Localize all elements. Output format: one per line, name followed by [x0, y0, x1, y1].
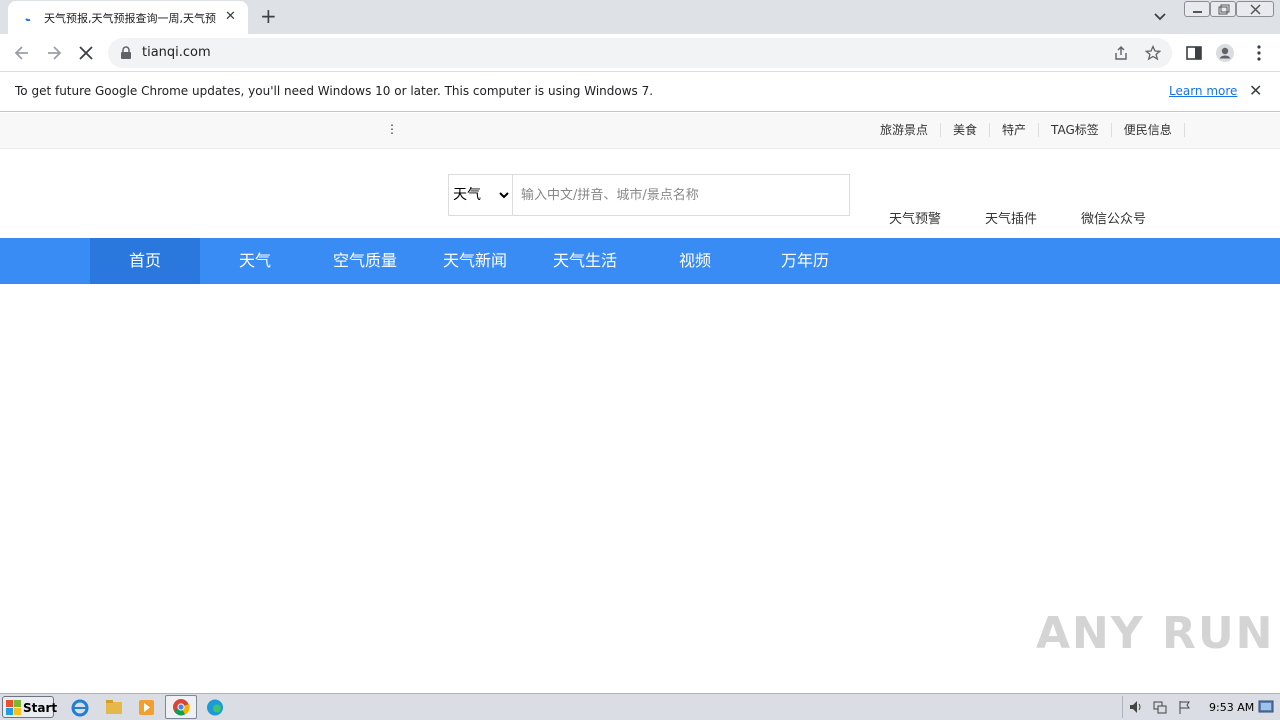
chrome-icon: [173, 699, 190, 716]
browser-toolbar: tianqi.com: [0, 34, 1280, 72]
nav-air-quality[interactable]: 空气质量: [310, 238, 420, 284]
search-input[interactable]: [513, 175, 849, 215]
loading-spinner-icon: [25, 18, 31, 21]
nav-weather-news[interactable]: 天气新闻: [420, 238, 530, 284]
action-center-flag-icon[interactable]: [1177, 699, 1193, 715]
share-icon[interactable]: [1113, 45, 1129, 61]
clock[interactable]: 9:53 AM: [1209, 701, 1254, 714]
close-window-button[interactable]: [1236, 1, 1274, 17]
start-label: Start: [23, 701, 58, 715]
browser-tab[interactable]: 天气预报,天气预报查询一周,天气预 ✕: [8, 1, 248, 34]
top-link-info[interactable]: 便民信息: [1112, 123, 1185, 137]
media-player-icon[interactable]: [134, 697, 160, 718]
nav-weather-life[interactable]: 天气生活: [530, 238, 640, 284]
side-panel-icon[interactable]: [1184, 43, 1204, 63]
volume-icon[interactable]: [1128, 699, 1144, 715]
update-infobar: To get future Google Chrome updates, you…: [0, 72, 1280, 112]
tab-close-button[interactable]: ✕: [225, 9, 236, 24]
minimize-button[interactable]: [1184, 1, 1210, 17]
search-box: 天气: [448, 174, 850, 216]
infobar-close-button[interactable]: ✕: [1249, 81, 1262, 100]
link-weather-alert[interactable]: 天气预警: [889, 208, 941, 227]
chevron-down-icon[interactable]: [1152, 8, 1168, 24]
start-button[interactable]: Start: [2, 696, 58, 718]
tab-strip: 天气预报,天气预报查询一周,天气预 ✕ +: [0, 0, 1280, 34]
address-bar[interactable]: tianqi.com: [108, 38, 1172, 68]
edge-icon[interactable]: [202, 697, 228, 718]
menu-kebab-icon[interactable]: [1249, 43, 1269, 63]
show-desktop-icon[interactable]: [1258, 699, 1274, 715]
tab-title: 天气预报,天气预报查询一周,天气预: [44, 12, 216, 25]
new-tab-button[interactable]: +: [260, 6, 277, 26]
watermark-logo: ANY RUN: [1036, 608, 1275, 659]
top-link-specialty[interactable]: 特产: [990, 123, 1040, 137]
windows-logo-icon: [6, 700, 21, 715]
top-link-food[interactable]: 美食: [941, 123, 991, 137]
file-explorer-icon[interactable]: [101, 697, 127, 718]
nav-calendar[interactable]: 万年历: [750, 238, 860, 284]
more-dots-icon[interactable]: ⋮: [386, 122, 398, 136]
site-top-bar: ⋮ 旅游景点 美食 特产 TAG标签 便民信息: [0, 113, 1280, 149]
nav-weather[interactable]: 天气: [200, 238, 310, 284]
network-icon[interactable]: [1152, 699, 1168, 715]
nav-home[interactable]: 首页: [90, 238, 200, 284]
top-links: 旅游景点 美食 特产 TAG标签 便民信息: [868, 123, 1185, 137]
forward-icon[interactable]: [44, 43, 64, 63]
top-link-travel[interactable]: 旅游景点: [868, 123, 942, 137]
internet-explorer-icon[interactable]: [67, 697, 93, 718]
chrome-taskbar-button[interactable]: [165, 695, 197, 719]
top-link-tags[interactable]: TAG标签: [1039, 123, 1112, 137]
windows-taskbar: Start 9:53 AM: [0, 693, 1280, 720]
search-type-select[interactable]: 天气: [449, 175, 513, 215]
infobar-message: To get future Google Chrome updates, you…: [15, 84, 654, 98]
nav-video[interactable]: 视频: [640, 238, 750, 284]
tray-divider: [1122, 696, 1123, 718]
back-icon[interactable]: [12, 43, 32, 63]
lock-icon[interactable]: [120, 46, 132, 60]
url-text[interactable]: tianqi.com: [142, 45, 211, 60]
link-wechat[interactable]: 微信公众号: [1081, 208, 1146, 227]
bookmark-star-icon[interactable]: [1145, 45, 1161, 61]
restore-button[interactable]: [1210, 1, 1236, 17]
profile-avatar-icon[interactable]: [1215, 43, 1235, 63]
main-nav: 首页 天气 空气质量 天气新闻 天气生活 视频 万年历: [0, 238, 1280, 284]
link-weather-plugin[interactable]: 天气插件: [985, 208, 1037, 227]
stop-loading-icon[interactable]: [76, 43, 96, 63]
learn-more-link[interactable]: Learn more: [1169, 84, 1237, 98]
